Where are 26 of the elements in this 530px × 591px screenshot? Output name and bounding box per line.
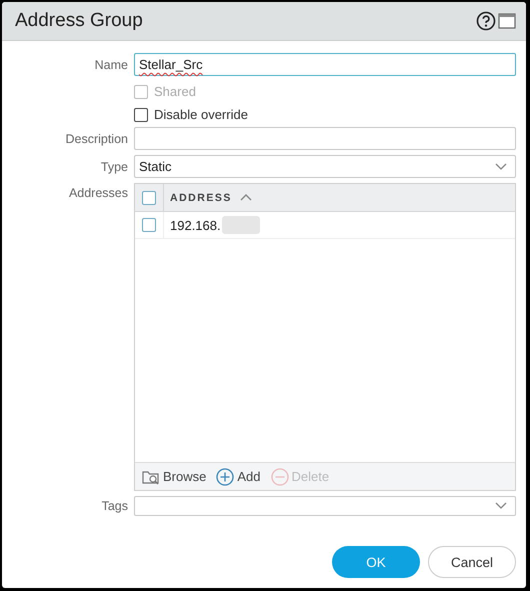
- name-field[interactable]: Stellar_Src: [134, 53, 516, 76]
- add-button[interactable]: Add: [216, 468, 260, 486]
- field-label: Name: [94, 58, 128, 72]
- window-title: Address Group: [15, 10, 144, 32]
- folder-search-icon: [142, 468, 160, 484]
- description-field[interactable]: [134, 127, 516, 150]
- table-cell: 192.168.: [170, 218, 221, 232]
- type-dropdown[interactable]: Static: [134, 155, 516, 178]
- checkbox[interactable]: [142, 218, 156, 232]
- field-label: Description: [65, 132, 128, 146]
- chevron-down-icon: [495, 162, 507, 170]
- field-label: Type: [100, 160, 128, 174]
- field-label: Addresses: [68, 186, 128, 200]
- browse-button[interactable]: Browse: [142, 468, 206, 484]
- checkbox-label: Shared: [154, 84, 196, 99]
- checkbox[interactable]: [142, 190, 156, 204]
- maximize-icon[interactable]: [498, 12, 516, 30]
- checkbox-label: Disable override: [154, 107, 248, 122]
- cancel-button[interactable]: Cancel: [428, 546, 516, 578]
- help-icon[interactable]: [476, 11, 496, 31]
- field-label: Tags: [102, 499, 128, 513]
- minus-circle-icon: [270, 468, 288, 486]
- tags-dropdown[interactable]: [134, 496, 516, 516]
- checkbox[interactable]: [134, 108, 148, 122]
- plus-circle-icon: [216, 468, 234, 486]
- chevron-down-icon: [495, 502, 507, 510]
